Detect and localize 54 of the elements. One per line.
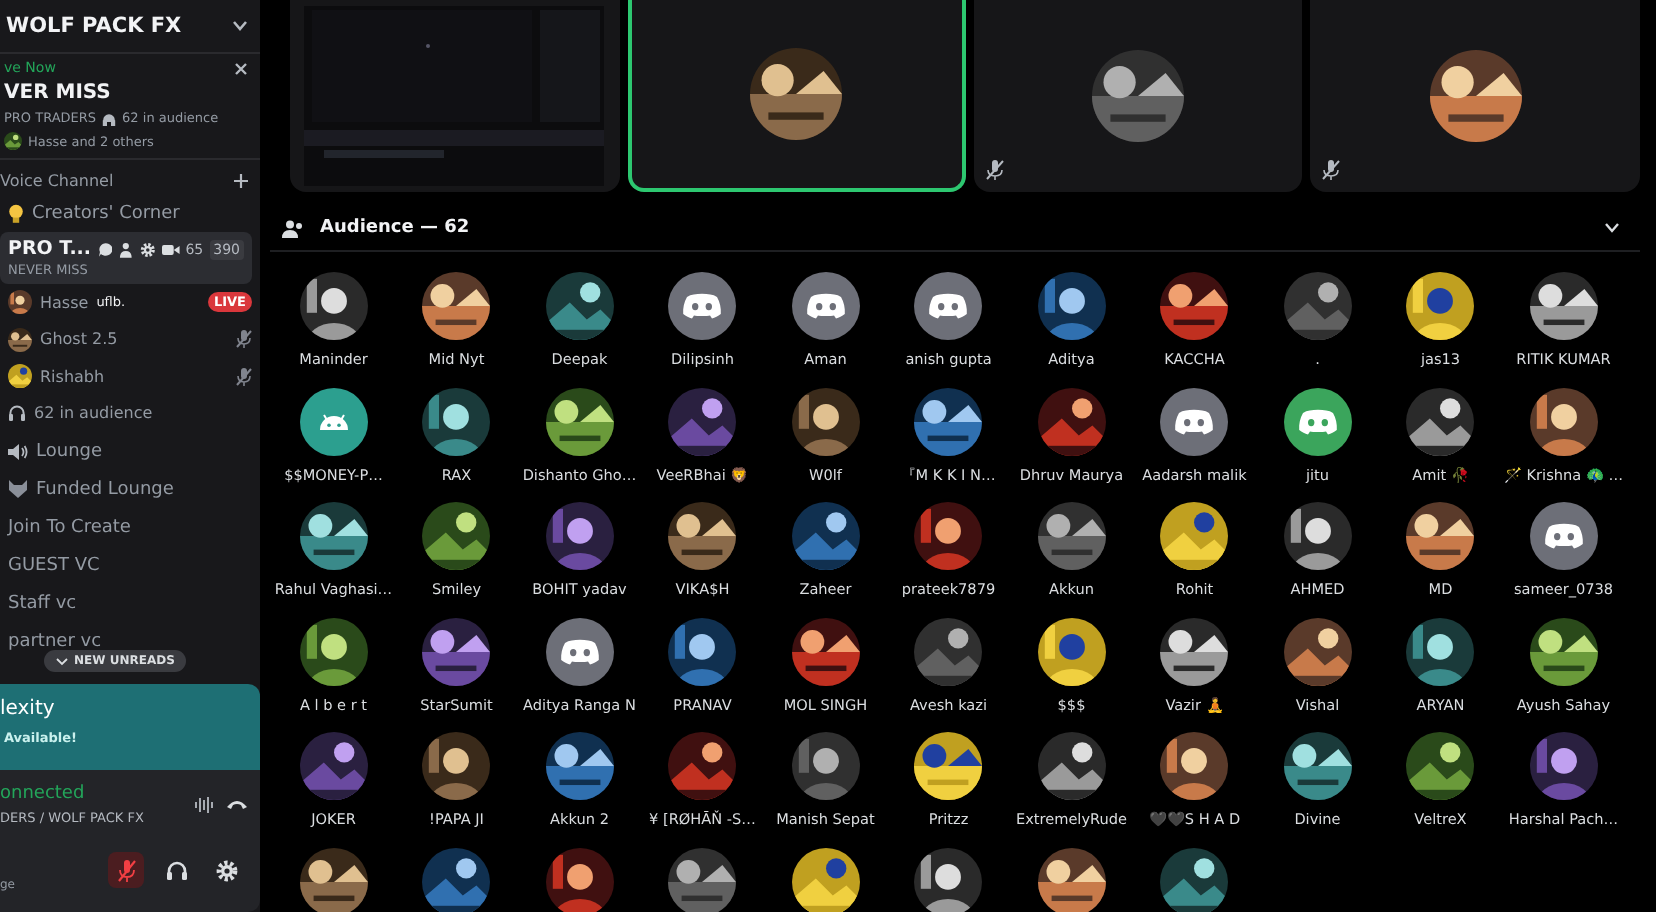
channel-name: PRO T... [8, 238, 92, 260]
mute-button[interactable] [108, 852, 144, 888]
hang-up-icon[interactable] [226, 798, 248, 810]
stage-tile[interactable] [973, 0, 1303, 192]
avatar[interactable] [545, 617, 614, 685]
speaker-icon [8, 443, 28, 459]
avatar[interactable] [1283, 387, 1352, 455]
avatar [8, 327, 32, 352]
plus-icon[interactable] [234, 174, 248, 188]
avatar [4, 132, 22, 150]
stage-tile[interactable] [1310, 0, 1640, 192]
headphones-icon [102, 111, 117, 125]
settings-icon[interactable] [140, 241, 156, 257]
audience-heading: Audience — 62 [320, 218, 470, 238]
video-camera-icon [161, 243, 180, 255]
channel-name[interactable]: Creators' Corner [32, 203, 180, 223]
channel-name[interactable]: partner vc [8, 631, 102, 651]
category-label[interactable]: Voice Channel [0, 172, 114, 190]
close-icon[interactable] [234, 61, 248, 75]
people-icon[interactable] [118, 241, 135, 257]
channel-name[interactable]: Join To Create [8, 517, 131, 537]
avatar[interactable] [1160, 387, 1229, 455]
sound-wave-icon[interactable] [194, 795, 214, 813]
member-name[interactable]: Rishabh [40, 367, 105, 386]
avatar[interactable] [914, 272, 983, 340]
people-icon [282, 219, 304, 237]
voice-status: onnected [0, 783, 87, 803]
avatar[interactable] [668, 272, 737, 340]
avatar [8, 364, 32, 389]
lightbulb-icon [8, 203, 24, 223]
chevron-down-icon[interactable] [1604, 222, 1620, 234]
channel-name[interactable]: Staff vc [8, 593, 77, 613]
channel-name[interactable]: Lounge [36, 441, 103, 461]
audience-count[interactable]: 62 in audience [34, 404, 153, 423]
stage-tile[interactable] [627, 0, 965, 192]
wolf-icon [8, 480, 28, 498]
chevron-down-icon [56, 657, 68, 665]
server-name[interactable]: WOLF PACK FX [6, 14, 182, 38]
chevron-down-icon[interactable] [232, 20, 248, 32]
stage-title[interactable]: VER MISS [4, 82, 248, 104]
avatar[interactable] [299, 387, 368, 455]
headphones-icon [165, 860, 187, 880]
member-name[interactable]: Hasse [40, 293, 89, 312]
muted-mic-icon [117, 859, 135, 881]
member-name[interactable]: Ghost 2.5 [40, 330, 118, 349]
channel-name[interactable]: GUEST VC [8, 555, 100, 575]
headphones-icon [8, 404, 26, 423]
chat-bubble-icon[interactable] [97, 241, 113, 257]
settings-icon [215, 859, 237, 881]
avatar[interactable] [791, 272, 860, 340]
channel-name[interactable]: Funded Lounge [36, 479, 174, 499]
avatar [8, 290, 32, 315]
avatar[interactable] [1529, 502, 1598, 570]
activity-title: lexity [0, 698, 57, 720]
